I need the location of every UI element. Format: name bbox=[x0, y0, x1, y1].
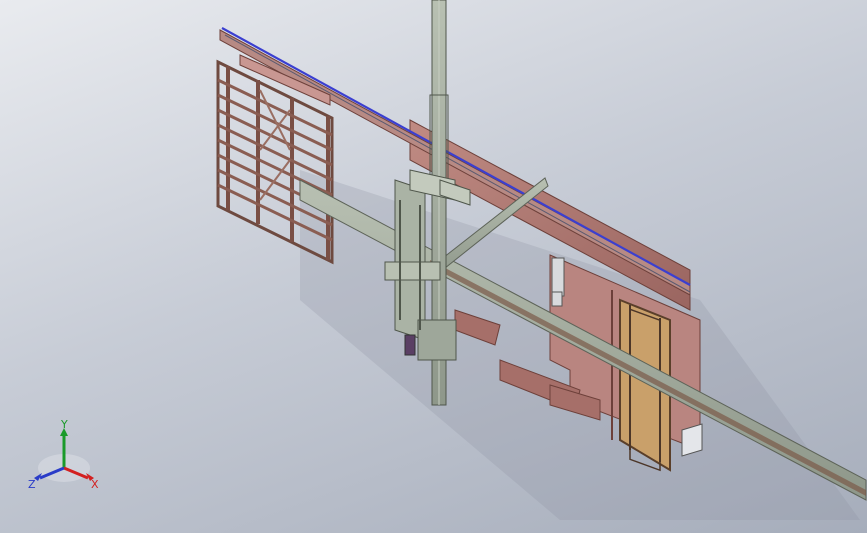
y-axis-label: Y bbox=[60, 420, 68, 431]
z-axis-label: Z bbox=[28, 478, 36, 491]
graphics-viewport[interactable]: Y X Z bbox=[0, 0, 867, 533]
cad-model-scene[interactable] bbox=[0, 0, 867, 533]
switch-box bbox=[681, 423, 703, 457]
x-axis-label: X bbox=[91, 478, 99, 491]
view-orientation-triad[interactable]: Y X Z bbox=[24, 418, 104, 495]
